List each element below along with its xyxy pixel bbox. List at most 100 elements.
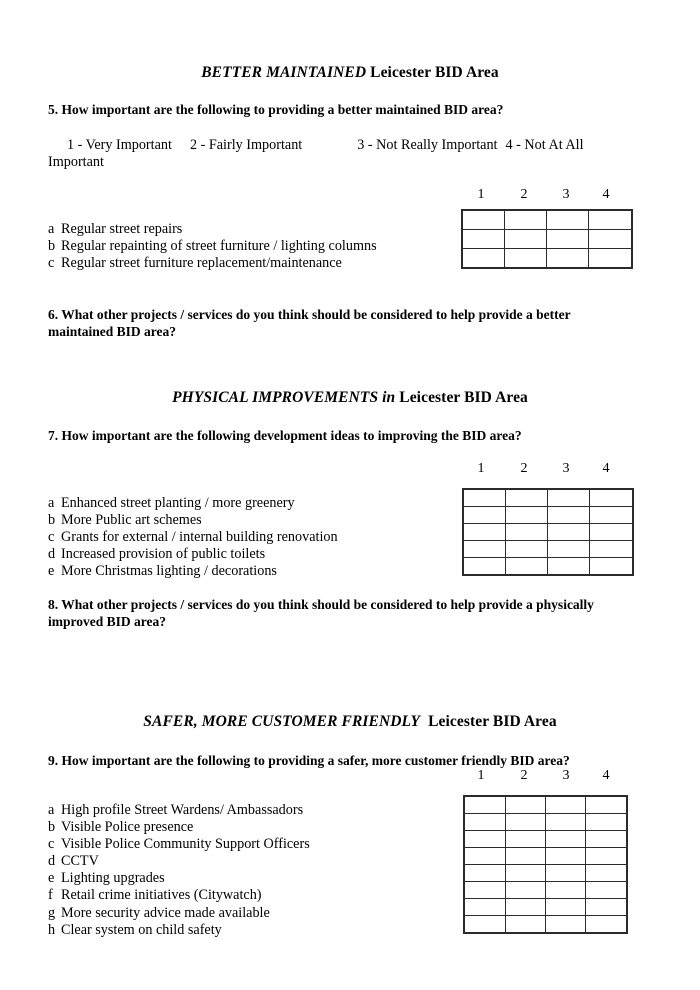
rating-cell[interactable]: [546, 248, 589, 269]
rating-cell[interactable]: [462, 557, 506, 576]
table-row[interactable]: [462, 540, 634, 558]
rating-cell[interactable]: [588, 248, 633, 269]
rating-cell[interactable]: [504, 209, 547, 230]
rating-cell[interactable]: [463, 813, 506, 831]
rating-cell[interactable]: [505, 813, 546, 831]
rating-cell[interactable]: [462, 523, 506, 541]
rating-cell[interactable]: [589, 488, 634, 507]
column-header-4: 4: [602, 768, 610, 783]
table-row[interactable]: [461, 229, 633, 249]
rating-cell[interactable]: [585, 813, 628, 831]
rating-cell[interactable]: [461, 209, 505, 230]
rating-cell[interactable]: [545, 830, 586, 848]
rating-cell[interactable]: [545, 881, 586, 899]
table-row[interactable]: [463, 847, 628, 865]
rating-cell[interactable]: [585, 898, 628, 916]
list-item: b Regular repainting of street furniture …: [48, 238, 377, 255]
rating-cell[interactable]: [585, 795, 628, 814]
rating-cell[interactable]: [585, 847, 628, 865]
rating-cell[interactable]: [547, 557, 590, 576]
rating-cell[interactable]: [547, 523, 590, 541]
rating-cell[interactable]: [585, 915, 628, 934]
rating-cell[interactable]: [505, 864, 546, 882]
table-row[interactable]: [461, 209, 633, 230]
item-text: More Christmas lighting / decorations: [61, 563, 277, 580]
rating-cell[interactable]: [504, 229, 547, 249]
rating-cell[interactable]: [588, 229, 633, 249]
rating-cell[interactable]: [589, 523, 634, 541]
column-headers-1: 1 2 3 4: [0, 187, 700, 205]
table-row[interactable]: [463, 813, 628, 831]
rating-cell[interactable]: [547, 540, 590, 558]
rating-cell[interactable]: [546, 209, 589, 230]
rating-cell[interactable]: [505, 915, 546, 934]
rating-cell[interactable]: [585, 881, 628, 899]
rating-cell[interactable]: [545, 847, 586, 865]
rating-cell[interactable]: [545, 915, 586, 934]
rating-cell[interactable]: [463, 915, 506, 934]
rating-cell[interactable]: [589, 540, 634, 558]
rating-cell[interactable]: [461, 248, 505, 269]
rating-cell[interactable]: [463, 881, 506, 899]
rating-cell[interactable]: [505, 795, 546, 814]
rating-cell[interactable]: [585, 830, 628, 848]
rating-cell[interactable]: [462, 506, 506, 524]
table-row[interactable]: [463, 795, 628, 814]
section-heading-rest: Leicester BID Area: [428, 713, 557, 730]
rating-cell[interactable]: [545, 813, 586, 831]
rating-cell[interactable]: [505, 506, 548, 524]
rating-cell[interactable]: [504, 248, 547, 269]
item-letter: b: [48, 512, 56, 529]
rating-cell[interactable]: [505, 830, 546, 848]
rating-cell[interactable]: [547, 488, 590, 507]
column-headers-3: 1 2 3 4: [0, 768, 700, 786]
table-row[interactable]: [463, 830, 628, 848]
table-row[interactable]: [463, 881, 628, 899]
rating-cell[interactable]: [589, 506, 634, 524]
rating-grid-q5[interactable]: [461, 209, 633, 269]
column-header-3: 3: [562, 187, 570, 202]
item-text: Grants for external / internal building …: [61, 529, 338, 546]
table-row[interactable]: [462, 523, 634, 541]
table-row[interactable]: [463, 915, 628, 934]
rating-cell[interactable]: [545, 795, 586, 814]
column-header-3: 3: [562, 461, 570, 476]
rating-cell[interactable]: [463, 847, 506, 865]
table-row[interactable]: [462, 488, 634, 507]
rating-cell[interactable]: [546, 229, 589, 249]
rating-cell[interactable]: [461, 229, 505, 249]
list-item: g More security advice made available: [48, 905, 310, 922]
rating-cell[interactable]: [585, 864, 628, 882]
rating-cell[interactable]: [545, 898, 586, 916]
rating-cell[interactable]: [505, 488, 548, 507]
scale-option-4: 4 - Not At All: [505, 137, 584, 153]
rating-cell[interactable]: [463, 830, 506, 848]
table-row[interactable]: [462, 557, 634, 576]
table-row[interactable]: [463, 898, 628, 916]
list-item: c Regular street furniture replacement/ma…: [48, 255, 377, 272]
rating-cell[interactable]: [547, 506, 590, 524]
column-header-4: 4: [602, 187, 610, 202]
rating-grid-q7[interactable]: [462, 488, 634, 576]
rating-cell[interactable]: [505, 898, 546, 916]
table-row[interactable]: [462, 506, 634, 524]
question-6: 6. What other projects / services do you…: [48, 307, 571, 339]
rating-cell[interactable]: [505, 881, 546, 899]
table-row[interactable]: [461, 248, 633, 269]
rating-cell[interactable]: [505, 540, 548, 558]
rating-cell[interactable]: [463, 898, 506, 916]
rating-cell[interactable]: [462, 540, 506, 558]
rating-cell[interactable]: [505, 523, 548, 541]
rating-cell[interactable]: [505, 557, 548, 576]
rating-cell[interactable]: [505, 847, 546, 865]
rating-cell[interactable]: [545, 864, 586, 882]
rating-cell[interactable]: [463, 864, 506, 882]
rating-cell[interactable]: [588, 209, 633, 230]
rating-cell[interactable]: [589, 557, 634, 576]
rating-cell[interactable]: [463, 795, 506, 814]
item-text: Visible Police presence: [61, 819, 194, 836]
list-item: d CCTV: [48, 853, 310, 870]
table-row[interactable]: [463, 864, 628, 882]
rating-cell[interactable]: [462, 488, 506, 507]
rating-grid-q9[interactable]: [463, 795, 628, 934]
